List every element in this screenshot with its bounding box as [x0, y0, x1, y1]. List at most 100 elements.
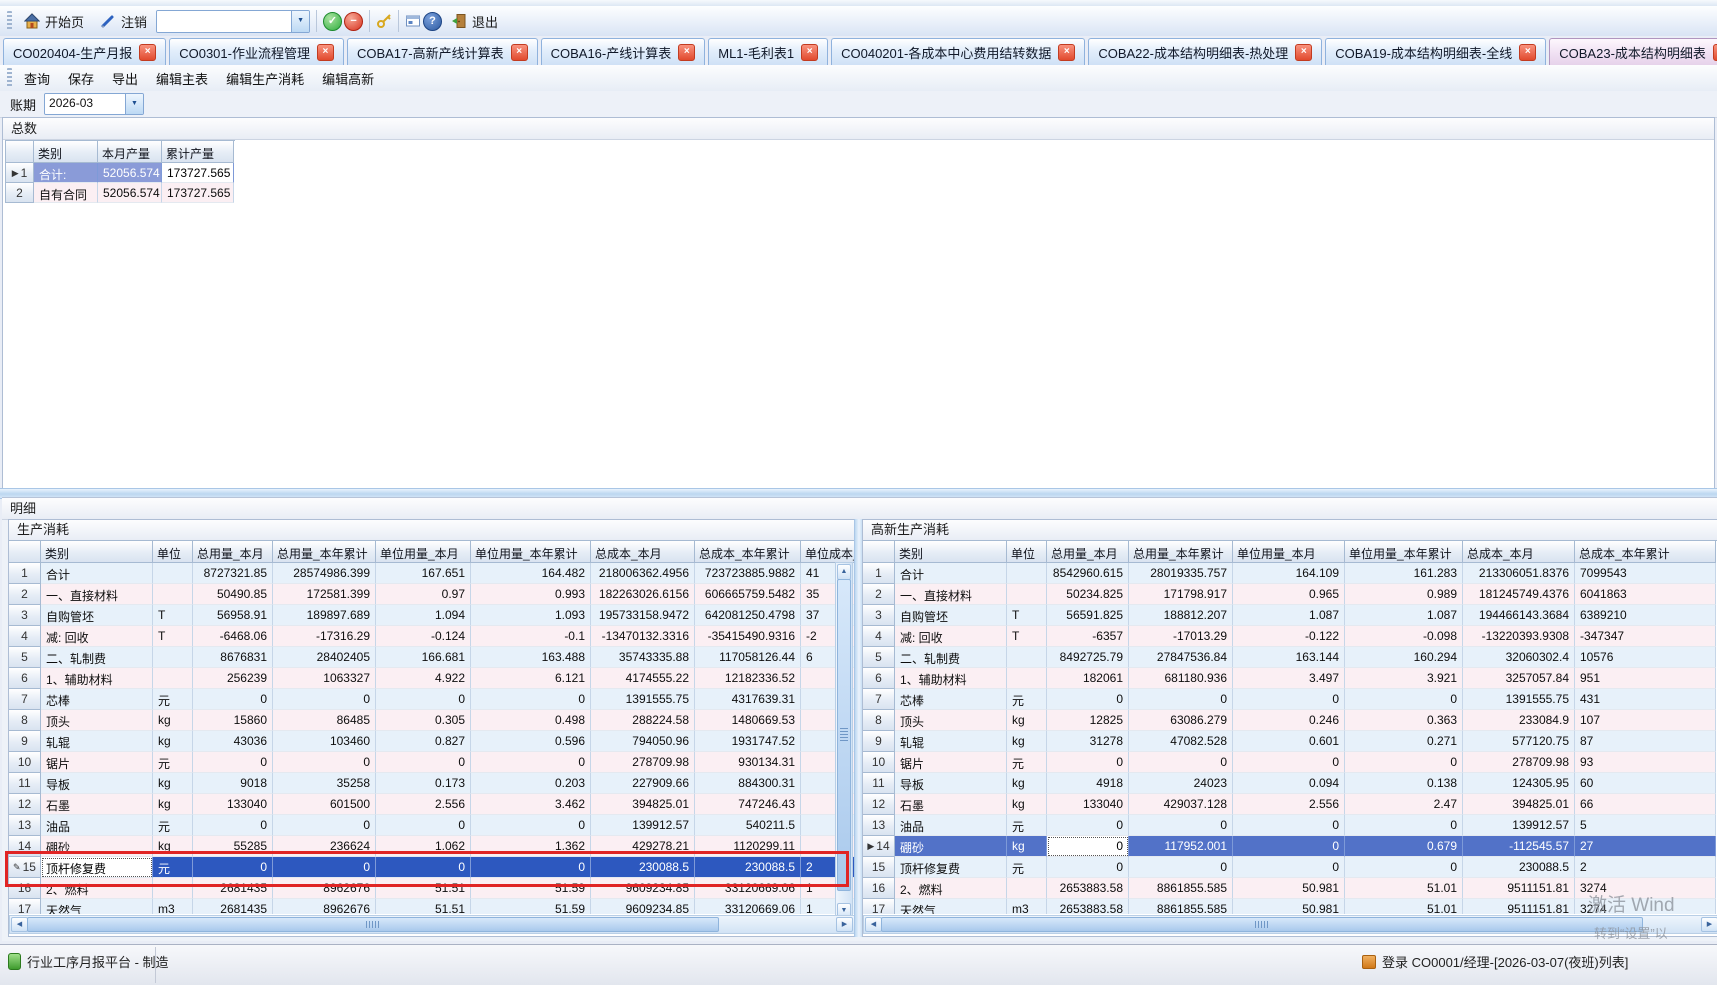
table-cell[interactable] — [153, 563, 193, 584]
table-cell[interactable]: 236624 — [273, 836, 376, 857]
column-header[interactable]: 总成本_本月 — [1463, 541, 1575, 563]
table-row[interactable]: 13油品元0000139912.57540211.5 — [9, 815, 855, 836]
scroll-up-icon[interactable]: ▲ — [837, 564, 851, 580]
tab-close-icon[interactable]: × — [1058, 44, 1075, 61]
table-cell[interactable]: 8492725.79 — [1047, 647, 1129, 668]
table-cell[interactable]: 642081250.4798 — [695, 605, 801, 626]
table-cell[interactable]: 1391555.75 — [1463, 689, 1575, 710]
home-button[interactable]: 开始页 — [17, 10, 91, 33]
table-row[interactable]: 4减: 回收T-6468.06-17316.29-0.124-0.1-13470… — [9, 626, 855, 647]
table-cell[interactable]: 自购管坯 — [41, 605, 153, 626]
tab[interactable]: CO040201-各成本中心费用结转数据× — [831, 38, 1085, 65]
table-cell[interactable]: 1.362 — [471, 836, 591, 857]
table-cell[interactable]: 0 — [1047, 815, 1129, 836]
column-header[interactable]: 类别 — [41, 541, 153, 563]
menu-item[interactable]: 导出 — [103, 65, 147, 92]
table-row[interactable]: 10锯片元0000278709.98930134.31 — [9, 752, 855, 773]
table-cell[interactable]: 减: 回收 — [895, 626, 1007, 647]
table-row[interactable]: ▶1合计:52056.574173727.565 — [6, 163, 235, 183]
table-cell[interactable]: 51.59 — [471, 899, 591, 914]
table-cell[interactable]: 0 — [193, 689, 273, 710]
table-row[interactable]: 4减: 回收T-6357-17013.29-0.122-0.098-132203… — [863, 626, 1717, 647]
table-cell[interactable]: kg — [153, 731, 193, 752]
table-cell[interactable]: m3 — [153, 899, 193, 914]
column-header[interactable]: 单位用量_本年累计 — [1345, 541, 1463, 563]
column-header[interactable]: 总用量_本月 — [193, 541, 273, 563]
row-number-cell[interactable]: 7 — [9, 689, 41, 710]
table-row[interactable]: 3自购管坯T56591.825188812.2071.0871.08719446… — [863, 605, 1717, 626]
table-cell[interactable]: 1、辅助材料 — [895, 668, 1007, 689]
table-cell[interactable]: 8676831 — [193, 647, 273, 668]
table-cell[interactable]: 硼砂 — [895, 836, 1007, 857]
table-cell[interactable]: m3 — [1007, 899, 1047, 914]
table-cell[interactable]: 1、辅助材料 — [41, 668, 153, 689]
table-cell[interactable]: 4.922 — [376, 668, 471, 689]
table-cell[interactable]: 合计 — [895, 563, 1007, 584]
table-cell[interactable]: -17013.29 — [1129, 626, 1233, 647]
table-row[interactable]: 2自有合同52056.574173727.565 — [6, 183, 235, 203]
dropdown-arrow-icon[interactable]: ▼ — [125, 94, 143, 114]
table-cell[interactable]: 47082.528 — [1129, 731, 1233, 752]
table-cell[interactable]: 导板 — [895, 773, 1007, 794]
table-cell[interactable]: 747246.43 — [695, 794, 801, 815]
table-cell[interactable]: 50.981 — [1233, 899, 1345, 914]
table-cell[interactable]: 173727.565 — [162, 183, 234, 203]
table-row[interactable]: 7芯棒元00001391555.75431 — [863, 689, 1717, 710]
table-cell[interactable]: 163.488 — [471, 647, 591, 668]
table-cell[interactable]: 8727321.85 — [193, 563, 273, 584]
table-cell[interactable]: kg — [153, 836, 193, 857]
table-cell[interactable]: 2、燃料 — [41, 878, 153, 899]
table-cell[interactable] — [1007, 647, 1047, 668]
table-row[interactable]: 2一、直接材料50234.825171798.9170.9650.9891812… — [863, 584, 1717, 605]
table-cell[interactable]: 3.462 — [471, 794, 591, 815]
column-header[interactable]: 累计产量 — [162, 141, 234, 163]
table-cell[interactable]: 9609234.85 — [591, 899, 695, 914]
table-cell[interactable]: 0 — [376, 815, 471, 836]
table-cell[interactable]: 233084.9 — [1463, 710, 1575, 731]
table-cell[interactable]: 元 — [1007, 815, 1047, 836]
table-row[interactable]: 13油品元0000139912.575 — [863, 815, 1717, 836]
table-cell[interactable]: 0 — [1345, 815, 1463, 836]
exit-button[interactable]: 退出 — [444, 10, 505, 33]
tab-close-icon[interactable]: × — [139, 44, 156, 61]
table-cell[interactable]: kg — [153, 794, 193, 815]
row-number-cell[interactable]: 13 — [863, 815, 895, 836]
table-cell[interactable]: 4918 — [1047, 773, 1129, 794]
table-cell[interactable]: 一、直接材料 — [41, 584, 153, 605]
table-cell[interactable]: 0.601 — [1233, 731, 1345, 752]
table-cell[interactable]: 0.827 — [376, 731, 471, 752]
column-header[interactable]: 本月产量 — [98, 141, 162, 163]
table-cell[interactable]: 0 — [193, 857, 273, 878]
table-cell[interactable]: -13220393.9308 — [1463, 626, 1575, 647]
table-cell[interactable]: -6357 — [1047, 626, 1129, 647]
table-cell[interactable]: 164.109 — [1233, 563, 1345, 584]
table-cell[interactable]: 278709.98 — [1463, 752, 1575, 773]
row-number-cell[interactable]: 5 — [863, 647, 895, 668]
table-cell[interactable]: 导板 — [41, 773, 153, 794]
table-row[interactable]: 10锯片元0000278709.9893 — [863, 752, 1717, 773]
table-cell[interactable]: 93 — [1575, 752, 1716, 773]
table-cell[interactable]: 自购管坯 — [895, 605, 1007, 626]
table-cell[interactable]: 10576 — [1575, 647, 1716, 668]
table-cell[interactable]: T — [1007, 626, 1047, 647]
table-cell[interactable] — [153, 647, 193, 668]
table-row[interactable]: 162、燃料2653883.588861855.58550.98151.0195… — [863, 878, 1717, 899]
table-cell[interactable]: 0.173 — [376, 773, 471, 794]
table-cell[interactable]: 轧辊 — [41, 731, 153, 752]
tab-close-icon[interactable]: × — [678, 44, 695, 61]
table-cell[interactable]: 51.01 — [1345, 878, 1463, 899]
table-cell[interactable]: 87 — [1575, 731, 1716, 752]
column-header[interactable]: 单位用量_本月 — [1233, 541, 1345, 563]
table-cell[interactable]: 86485 — [273, 710, 376, 731]
table-cell[interactable]: 278709.98 — [591, 752, 695, 773]
toolbar-combobox-value[interactable] — [157, 11, 291, 32]
table-cell[interactable]: 0 — [376, 752, 471, 773]
period-combobox[interactable]: 2026-03 ▼ — [44, 93, 144, 115]
table-cell[interactable]: 9609234.85 — [591, 878, 695, 899]
table-cell[interactable]: -0.098 — [1345, 626, 1463, 647]
table-cell[interactable]: 0 — [273, 689, 376, 710]
toolbar-grip[interactable] — [7, 11, 12, 31]
table-row[interactable]: 17天然气m32681435896267651.5151.599609234.8… — [9, 899, 855, 914]
menubar-grip[interactable] — [7, 68, 12, 88]
row-number-cell[interactable]: 4 — [863, 626, 895, 647]
